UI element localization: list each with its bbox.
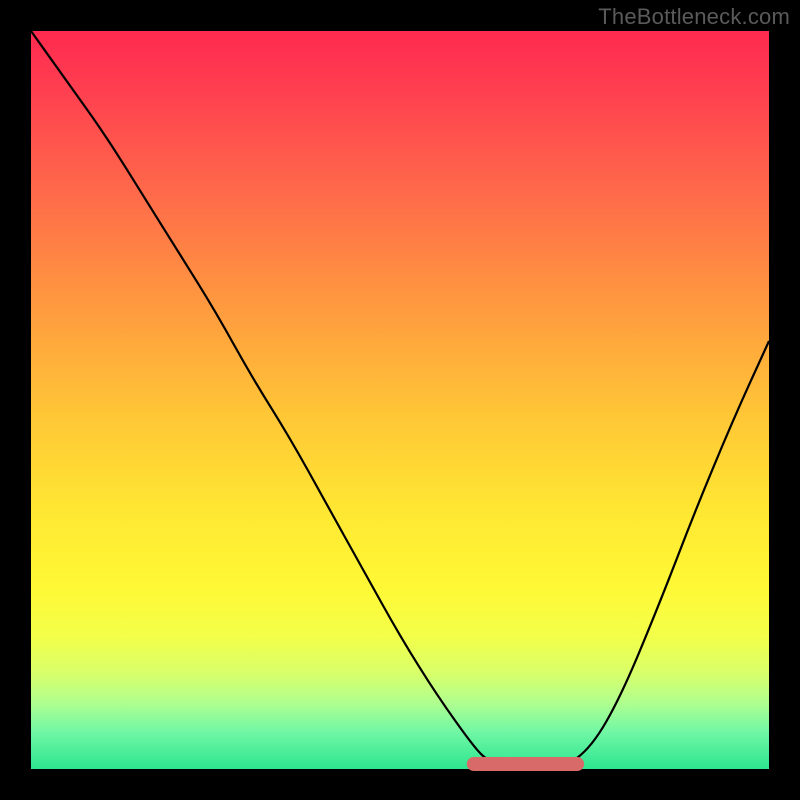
bottleneck-chart: TheBottleneck.com — [0, 0, 800, 800]
plot-area — [31, 31, 769, 769]
watermark-text: TheBottleneck.com — [598, 4, 790, 30]
bottleneck-curve-line — [31, 31, 769, 769]
curve-svg — [31, 31, 769, 769]
